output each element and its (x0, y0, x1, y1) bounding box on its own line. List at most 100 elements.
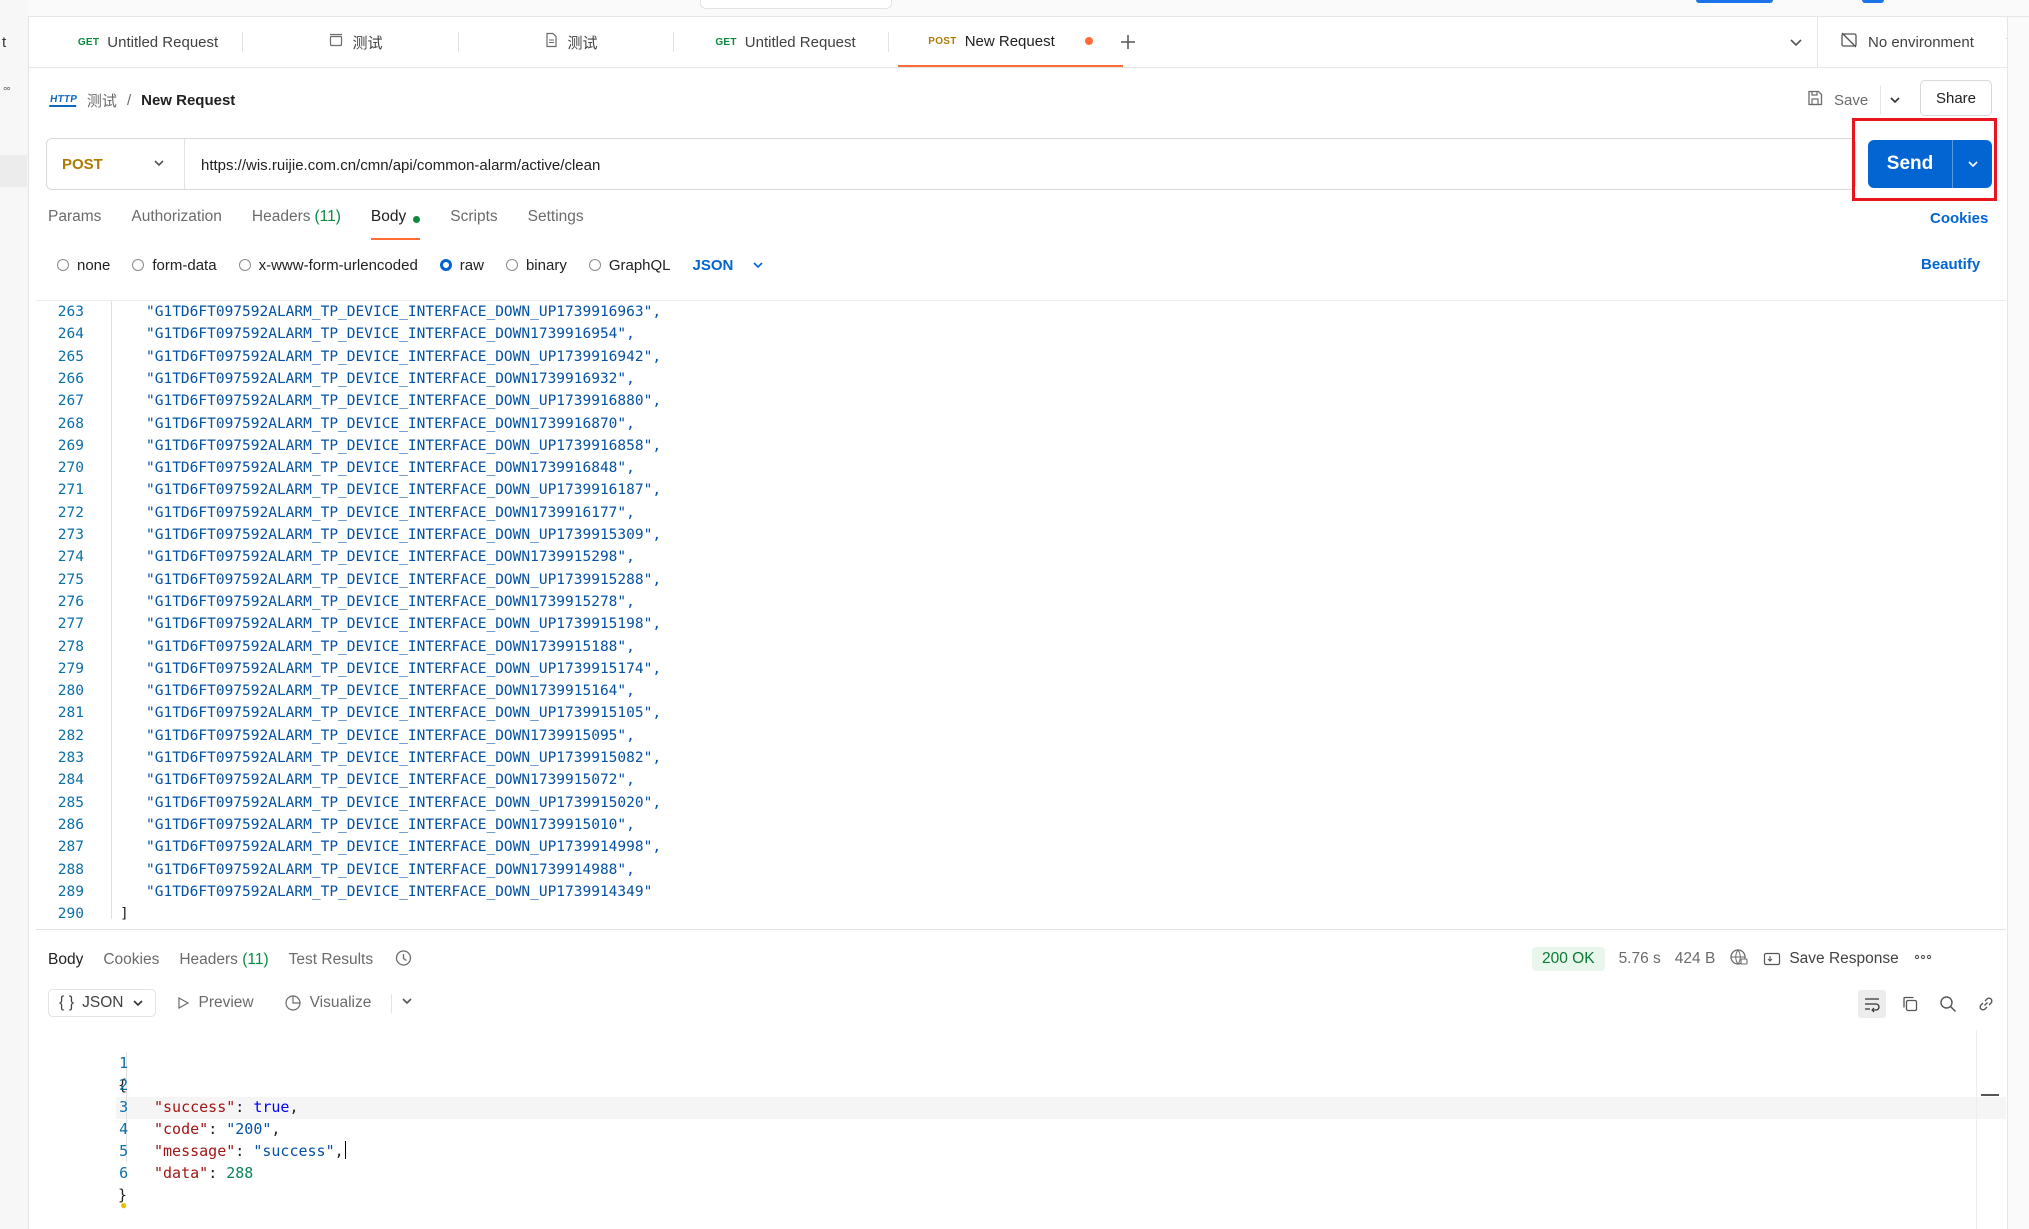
radio-urlencoded-label: x-www-form-urlencoded (258, 256, 418, 274)
save-button[interactable]: Save (1806, 84, 1868, 116)
json-value: true (253, 1098, 290, 1116)
line-number: 279 (57, 660, 84, 677)
radio-form-data[interactable]: form-data (132, 257, 217, 274)
tab-doc-ceshi[interactable]: 测试 (468, 17, 673, 67)
method-selector[interactable]: POST (47, 139, 185, 189)
tab-untitled-request-1[interactable]: GET Untitled Request (48, 17, 248, 67)
code-line: 282 "G1TD6FT097592ALARM_TP_DEVICE_INTERFA… (36, 725, 635, 747)
response-line: 5 "data": 288 (36, 1118, 253, 1182)
visualize-button[interactable]: Visualize (274, 990, 382, 1016)
response-format-dropdown[interactable]: { } JSON (48, 989, 157, 1017)
copy-icon[interactable] (1896, 990, 1924, 1018)
code-text: "G1TD6FT097592ALARM_TP_DEVICE_INTERFACE_… (146, 772, 635, 789)
response-size[interactable]: 424 B (1675, 950, 1716, 968)
code-text: "G1TD6FT097592ALARM_TP_DEVICE_INTERFACE_… (146, 326, 635, 343)
json-comma: , (334, 1142, 344, 1160)
response-format-label: JSON (82, 994, 124, 1011)
url-bar: POST (46, 138, 1856, 190)
save-response-icon (1764, 952, 1781, 966)
radio-raw[interactable]: raw (439, 257, 484, 274)
share-button[interactable]: Share (1920, 80, 1992, 116)
response-time[interactable]: 5.76 s (1619, 950, 1661, 968)
line-number: 6 (119, 1164, 129, 1182)
search-icon[interactable] (1934, 990, 1962, 1018)
lightbulb-icon[interactable]: ● (120, 1198, 127, 1212)
line-number: 264 (57, 326, 84, 343)
code-text: "G1TD6FT097592ALARM_TP_DEVICE_INTERFACE_… (146, 415, 635, 432)
radio-urlencoded[interactable]: x-www-form-urlencoded (238, 256, 418, 274)
more-options-icon[interactable] (1913, 947, 1933, 972)
tab-authorization[interactable]: Authorization (131, 208, 221, 238)
environment-selector[interactable]: No environment (1840, 29, 2018, 55)
wrap-lines-icon[interactable] (1858, 990, 1886, 1018)
response-editor-scrollbar[interactable] (1976, 1030, 2003, 1229)
search-bar-edge[interactable] (700, 0, 892, 9)
code-text: "G1TD6FT097592ALARM_TP_DEVICE_INTERFACE_… (146, 527, 662, 543)
avatar-edge[interactable] (1862, 0, 1884, 3)
tab-collection-ceshi[interactable]: 测试 (253, 17, 458, 67)
response-line: 3 "code": "200", (36, 1074, 280, 1138)
cookies-link[interactable]: Cookies (1930, 210, 1988, 227)
visualize-icon (285, 995, 301, 1011)
tab-headers[interactable]: Headers (11) (252, 208, 341, 238)
chevron-down-icon (753, 262, 763, 269)
page-title[interactable]: New Request (141, 92, 235, 109)
top-chrome (28, 0, 2029, 17)
sidebar-selected-row[interactable] (0, 155, 27, 187)
preview-label: Preview (198, 994, 254, 1011)
request-body-editor[interactable]: 263 "G1TD6FT097592ALARM_TP_DEVICE_INTERFA… (36, 300, 2006, 930)
chevron-down-icon (152, 156, 166, 174)
json-value: "200" (226, 1120, 272, 1138)
code-line: 280 "G1TD6FT097592ALARM_TP_DEVICE_INTERFA… (36, 680, 635, 702)
response-tab-test-results[interactable]: Test Results (289, 951, 373, 969)
chevron-down-icon (1790, 39, 1802, 47)
save-response-button[interactable]: Save Response (1763, 950, 1899, 968)
code-line: 274 "G1TD6FT097592ALARM_TP_DEVICE_INTERFA… (36, 546, 635, 568)
radio-none-label: none (77, 256, 111, 274)
link-icon[interactable] (1972, 990, 2000, 1018)
line-number: 263 (57, 304, 84, 320)
add-tab-button[interactable] (1113, 27, 1143, 57)
line-number: 269 (57, 437, 84, 454)
code-text: "G1TD6FT097592ALARM_TP_DEVICE_INTERFACE_… (146, 549, 635, 566)
visualize-dropdown[interactable] (391, 993, 414, 1013)
beautify-button[interactable]: Beautify (1921, 256, 1980, 273)
save-options-dropdown[interactable] (1880, 86, 1909, 114)
line-number: 277 (57, 616, 84, 633)
code-text: "G1TD6FT097592ALARM_TP_DEVICE_INTERFACE_… (146, 593, 635, 610)
raw-format-dropdown[interactable]: JSON (693, 257, 766, 274)
json-comma: , (289, 1098, 299, 1116)
code-line: 290] (36, 903, 129, 925)
radio-graphql[interactable]: GraphQL (588, 257, 671, 274)
response-body-editor[interactable]: 1 { 2 "success": true, 3 "code": "200", … (36, 1030, 2006, 1229)
response-tab-cookies[interactable]: Cookies (103, 951, 159, 969)
preview-button[interactable]: Preview (166, 990, 263, 1016)
tab-untitled-request-2[interactable]: GET Untitled Request (683, 17, 888, 67)
tab-settings[interactable]: Settings (528, 208, 584, 238)
tab-new-request[interactable]: POST New Request (898, 17, 1123, 67)
breadcrumb-collection[interactable]: 测试 (87, 90, 117, 111)
tab-scripts[interactable]: Scripts (450, 208, 497, 238)
tab-params[interactable]: Params (48, 208, 101, 238)
history-icon[interactable] (393, 948, 413, 973)
radio-binary[interactable]: binary (505, 257, 567, 274)
response-tab-body[interactable]: Body (48, 951, 83, 969)
tabs-overflow-dropdown[interactable] (1784, 30, 1808, 54)
code-line: 273 "G1TD6FT097592ALARM_TP_DEVICE_INTERFA… (36, 524, 661, 546)
status-badge[interactable]: 200 OK (1532, 947, 1605, 971)
code-text: "G1TD6FT097592ALARM_TP_DEVICE_INTERFACE_… (146, 370, 635, 387)
radio-none[interactable]: none (57, 257, 110, 274)
code-line: 278 "G1TD6FT097592ALARM_TP_DEVICE_INTERFA… (36, 636, 635, 658)
environment-label: No environment (1868, 33, 1974, 51)
line-number: 266 (57, 370, 84, 387)
tab-body[interactable]: Body (370, 208, 421, 240)
code-text: "G1TD6FT097592ALARM_TP_DEVICE_INTERFACE_… (146, 839, 662, 856)
code-text: "G1TD6FT097592ALARM_TP_DEVICE_INTERFACE_… (146, 504, 635, 521)
url-input[interactable] (199, 150, 1483, 180)
play-icon (178, 996, 190, 1010)
json-value: "success" (253, 1142, 335, 1160)
network-globe-icon[interactable] (1729, 947, 1749, 972)
response-tab-headers[interactable]: Headers (11) (179, 951, 268, 969)
tab-label: New Request (964, 32, 1055, 50)
upgrade-button-edge[interactable] (1696, 0, 1773, 3)
